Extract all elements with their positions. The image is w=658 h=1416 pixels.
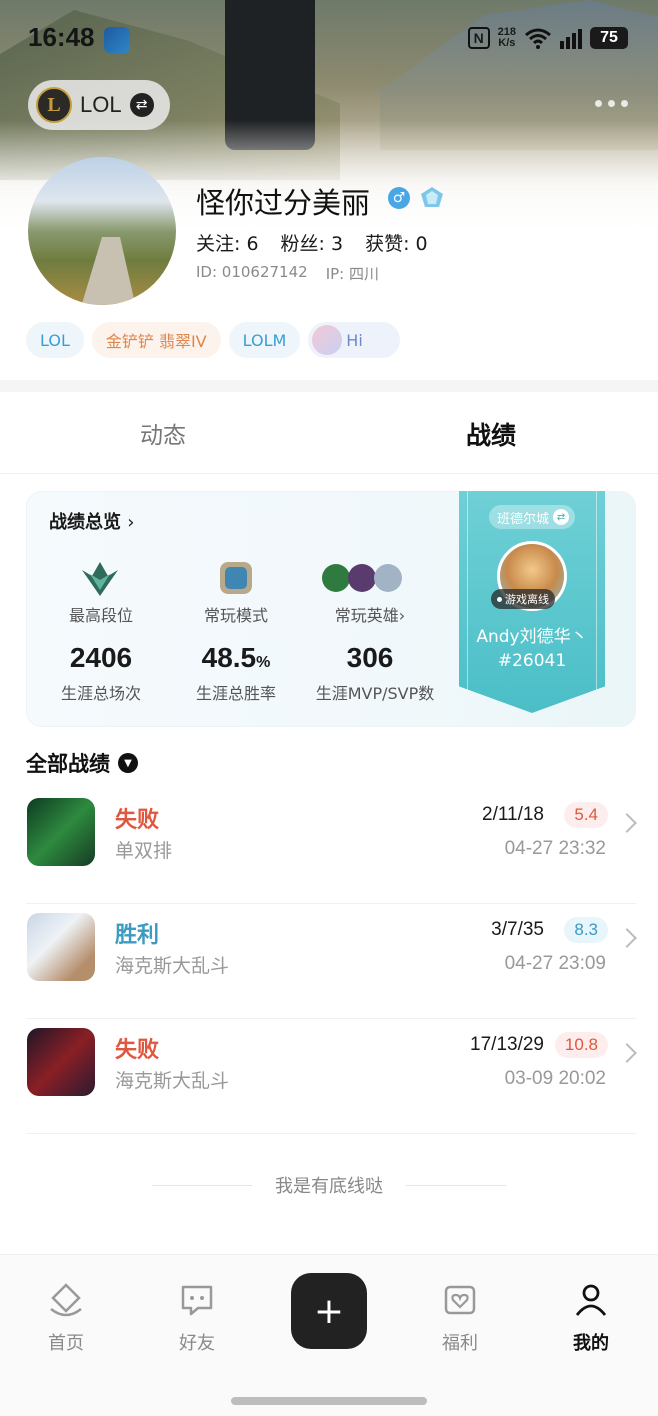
status-time: 16:48 bbox=[28, 22, 95, 52]
champion-lux-icon bbox=[27, 913, 95, 981]
tag-tft[interactable]: 金铲铲 翡翠IV bbox=[91, 322, 221, 358]
profile-tabs: 动态 战绩 bbox=[0, 392, 658, 474]
rank-badge-icon bbox=[421, 187, 443, 207]
section-divider bbox=[0, 380, 658, 392]
match-mode: 海克斯大乱斗 bbox=[115, 1070, 230, 1092]
match-result: 失败 bbox=[115, 808, 160, 833]
cell-signal-icon bbox=[560, 27, 582, 49]
champion-varus-icon bbox=[27, 1028, 95, 1096]
likes-count: 获赞: 0 bbox=[365, 233, 428, 255]
match-time: 03-09 20:02 bbox=[504, 1068, 606, 1089]
home-indicator[interactable] bbox=[231, 1397, 427, 1405]
lol-logo-icon: L bbox=[36, 87, 72, 123]
user-icon bbox=[575, 1284, 607, 1316]
game-tags: LOL 金铲铲 翡翠IV LOLM Hi bbox=[26, 322, 401, 358]
mvp-count-value: 306 bbox=[346, 642, 394, 673]
id-line: ID: 010627142 IP: 四川 bbox=[196, 263, 379, 284]
end-of-list: 我是有底线哒 bbox=[0, 1172, 658, 1198]
avatar[interactable] bbox=[28, 157, 176, 305]
ip-location: IP: 四川 bbox=[325, 265, 379, 283]
tag-lolm[interactable]: LOLM bbox=[228, 322, 301, 358]
battery-icon: 75 bbox=[590, 27, 628, 49]
tag-hi[interactable]: Hi bbox=[308, 322, 401, 358]
following-count[interactable]: 关注: 6 bbox=[196, 229, 259, 256]
champion-thresh-icon bbox=[27, 798, 95, 866]
match-result: 胜利 bbox=[115, 923, 160, 948]
chevron-right-icon bbox=[617, 813, 637, 833]
gift-heart-icon bbox=[444, 1285, 476, 1315]
highest-rank-label: 最高段位 bbox=[68, 606, 133, 625]
tab-dynamics[interactable]: 动态 bbox=[140, 416, 186, 450]
nfc-icon: N bbox=[467, 27, 490, 49]
swap-icon: ⇄ bbox=[553, 509, 570, 525]
common-heroes-icon bbox=[322, 564, 402, 592]
male-gender-icon: ♂ bbox=[388, 187, 410, 209]
stats-overview-card: 战绩总览 › 最高段位 常玩模式 常玩英雄› 2406 生涯总场次 48.5% … bbox=[26, 491, 636, 727]
match-kda: 3/7/35 bbox=[491, 919, 544, 940]
match-score-badge: 10.8 bbox=[554, 1032, 608, 1058]
home-icon bbox=[50, 1283, 82, 1317]
chevron-right-icon bbox=[617, 928, 637, 948]
mvp-count-label: 生涯MVP/SVP数 bbox=[315, 684, 435, 703]
chevron-right-icon: › bbox=[398, 606, 406, 625]
fans-count[interactable]: 粉丝: 3 bbox=[281, 229, 344, 256]
common-heroes-link[interactable]: 常玩英雄› bbox=[305, 602, 435, 626]
match-kda: 17/13/29 bbox=[470, 1034, 544, 1055]
offline-status-badge: 游戏离线 bbox=[491, 589, 555, 609]
win-rate-value: 48.5% bbox=[201, 642, 271, 673]
create-post-button[interactable]: + bbox=[291, 1273, 367, 1349]
status-bar: 16:48 N 218 K/s 75 bbox=[0, 18, 658, 58]
chevron-right-icon bbox=[617, 1043, 637, 1063]
stats-overview-link[interactable]: 战绩总览 › bbox=[49, 508, 134, 534]
nickname: 怪你过分美丽 bbox=[196, 186, 371, 220]
game-switch-button[interactable]: L LOL ⇄ bbox=[28, 80, 170, 130]
common-mode-label: 常玩模式 bbox=[203, 606, 268, 625]
wifi-icon bbox=[524, 27, 552, 49]
match-row[interactable]: 失败 单双排 2/11/18 5.4 04-27 23:32 bbox=[26, 790, 637, 904]
nav-home[interactable]: 首页 bbox=[26, 1281, 106, 1355]
tab-records[interactable]: 战绩 bbox=[466, 416, 516, 452]
nav-welfare[interactable]: 福利 bbox=[420, 1281, 500, 1355]
match-kda: 2/11/18 bbox=[482, 804, 544, 825]
match-time: 04-27 23:09 bbox=[504, 953, 606, 974]
match-row[interactable]: 失败 海克斯大乱斗 17/13/29 10.8 03-09 20:02 bbox=[26, 1020, 637, 1134]
match-score-badge: 5.4 bbox=[564, 802, 608, 828]
summoner-banner[interactable]: 班德尔城 ⇄ 游戏离线 Andy刘德华丶 #26041 bbox=[459, 491, 605, 713]
all-matches-filter[interactable]: 全部战绩 ▼ bbox=[26, 748, 138, 778]
match-score-badge: 8.3 bbox=[564, 917, 608, 943]
game-mode-icon bbox=[220, 562, 252, 594]
match-row[interactable]: 胜利 海克斯大乱斗 3/7/35 8.3 04-27 23:09 bbox=[26, 905, 637, 1019]
total-games-label: 生涯总场次 bbox=[60, 684, 141, 703]
bottom-nav: 首页 好友 + 福利 我的 bbox=[0, 1254, 658, 1416]
rank-emblem-icon bbox=[82, 562, 118, 596]
notification-app-icon bbox=[104, 27, 130, 53]
server-switch-button[interactable]: 班德尔城 ⇄ bbox=[489, 505, 576, 529]
total-games-value: 2406 bbox=[69, 642, 133, 673]
user-id: ID: 010627142 bbox=[196, 263, 308, 281]
match-mode: 单双排 bbox=[115, 840, 173, 862]
summoner-name: Andy刘德华丶 #26041 bbox=[476, 627, 588, 671]
nav-mine[interactable]: 我的 bbox=[551, 1281, 631, 1355]
chat-icon bbox=[181, 1285, 213, 1316]
profile-counts: 关注: 6 粉丝: 3 获赞: 0 bbox=[196, 229, 428, 256]
nav-friends[interactable]: 好友 bbox=[157, 1281, 237, 1355]
match-time: 04-27 23:32 bbox=[504, 838, 606, 859]
more-dots-icon[interactable] bbox=[595, 100, 628, 107]
game-switch-label: LOL bbox=[80, 92, 122, 117]
win-rate-label: 生涯总胜率 bbox=[195, 684, 276, 703]
match-result: 失败 bbox=[115, 1038, 160, 1063]
swap-icon: ⇄ bbox=[129, 93, 154, 117]
network-speed: 218 K/s bbox=[497, 26, 516, 49]
hi-sticker-icon bbox=[312, 325, 343, 355]
chevron-down-icon: ▼ bbox=[118, 753, 138, 773]
plus-icon: + bbox=[313, 1290, 345, 1332]
chevron-right-icon: › bbox=[127, 512, 135, 533]
tag-lol[interactable]: LOL bbox=[26, 322, 84, 358]
match-mode: 海克斯大乱斗 bbox=[115, 955, 230, 977]
